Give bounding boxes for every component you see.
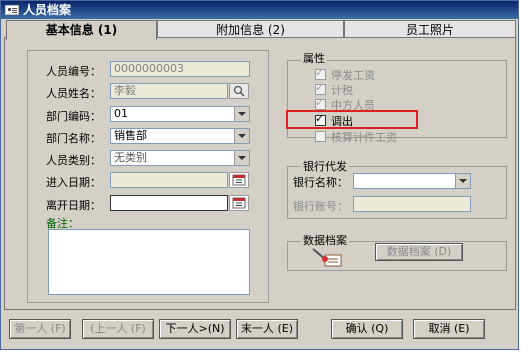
employee-type-label: 人员类别： <box>46 154 101 167</box>
bank-name-label: 银行名称： <box>293 176 348 189</box>
tab-basic-info[interactable]: 基本信息 (1) <box>6 20 157 40</box>
tab-panel: 人员编号： 0000000003 人员姓名： 李毅 部门编码： 01 部门名称：… <box>4 37 516 310</box>
piecework-label: 核算计件工资 <box>331 131 397 144</box>
tab-additional-info[interactable]: 附加信息 (2) <box>157 20 344 38</box>
last-person-button[interactable]: 末一人 (E) <box>236 319 298 339</box>
dept-name-label: 部门名称： <box>46 132 101 145</box>
dept-code-label: 部门编码： <box>46 110 101 123</box>
entry-date-field[interactable] <box>110 172 228 188</box>
attributes-title: 属性 <box>301 50 327 66</box>
dept-code-select[interactable]: 01 <box>110 106 250 122</box>
employee-no-field[interactable]: 0000000003 <box>110 61 250 77</box>
search-icon <box>233 85 245 97</box>
employee-name-label: 人员姓名： <box>46 87 101 100</box>
entry-date-calendar-button[interactable] <box>229 172 249 188</box>
first-person-button[interactable]: 第一人 (F) <box>9 319 71 339</box>
dept-name-value: 销售部 <box>114 129 147 142</box>
card-icon <box>5 5 19 15</box>
bank-account-field[interactable] <box>353 196 471 212</box>
bank-name-select[interactable] <box>353 173 471 189</box>
stop-salary-checkbox[interactable]: ✓ <box>315 66 326 80</box>
chevron-down-icon[interactable] <box>234 129 249 143</box>
bank-account-label: 银行账号： <box>293 200 348 213</box>
ok-button[interactable]: 确认 (Q) <box>331 319 403 339</box>
tab-employee-photo[interactable]: 员工照片 <box>344 20 516 38</box>
prev-person-button[interactable]: (上一人 (F) <box>82 319 154 339</box>
entry-date-label: 进入日期： <box>46 176 101 189</box>
calendar-icon <box>232 174 246 186</box>
check-icon: ✓ <box>315 112 325 125</box>
transfer-out-checkbox[interactable]: ✓ <box>315 112 326 126</box>
employee-no-label: 人员编号： <box>46 65 101 78</box>
basic-info-group: 人员编号： 0000000003 人员姓名： 李毅 部门编码： 01 部门名称：… <box>27 50 269 303</box>
archive-icon <box>312 248 342 267</box>
employee-archive-window: 人员档案 基本信息 (1) 附加信息 (2) 员工照片 人员编号： 000000… <box>0 0 519 350</box>
leave-date-field[interactable] <box>110 195 228 211</box>
employee-name-field[interactable]: 李毅 <box>110 83 228 99</box>
chevron-down-icon[interactable] <box>455 174 470 188</box>
data-archive-button[interactable]: 数据档案 (D) <box>375 243 463 261</box>
tax-checkbox[interactable]: ✓ <box>315 81 326 95</box>
leave-date-label: 离开日期： <box>46 199 101 212</box>
cancel-button[interactable]: 取消 (E) <box>413 319 485 339</box>
name-search-button[interactable] <box>229 83 249 99</box>
title-bar[interactable]: 人员档案 <box>1 1 518 19</box>
check-icon: ✓ <box>315 66 325 79</box>
leave-date-calendar-button[interactable] <box>229 195 249 211</box>
window-title: 人员档案 <box>23 3 72 17</box>
stop-salary-label: 停发工资 <box>331 69 375 82</box>
tax-label: 计税 <box>331 84 353 97</box>
employee-type-select[interactable]: 无类别 <box>110 150 250 166</box>
employee-type-value: 无类别 <box>114 151 147 164</box>
piecework-checkbox[interactable] <box>315 131 326 142</box>
next-person-button[interactable]: 下一人>(N) <box>159 319 231 339</box>
remark-textarea[interactable] <box>48 229 250 295</box>
check-icon: ✓ <box>315 81 325 94</box>
dept-code-value: 01 <box>114 107 128 120</box>
transfer-out-label: 调出 <box>331 115 353 128</box>
calendar-icon <box>232 197 246 209</box>
bank-title: 银行代发 <box>301 158 349 174</box>
chevron-down-icon[interactable] <box>234 107 249 121</box>
check-icon: ✓ <box>315 96 325 109</box>
dept-name-select[interactable]: 销售部 <box>110 128 250 144</box>
chinese-staff-checkbox[interactable]: ✓ <box>315 96 326 110</box>
chevron-down-icon[interactable] <box>234 151 249 165</box>
